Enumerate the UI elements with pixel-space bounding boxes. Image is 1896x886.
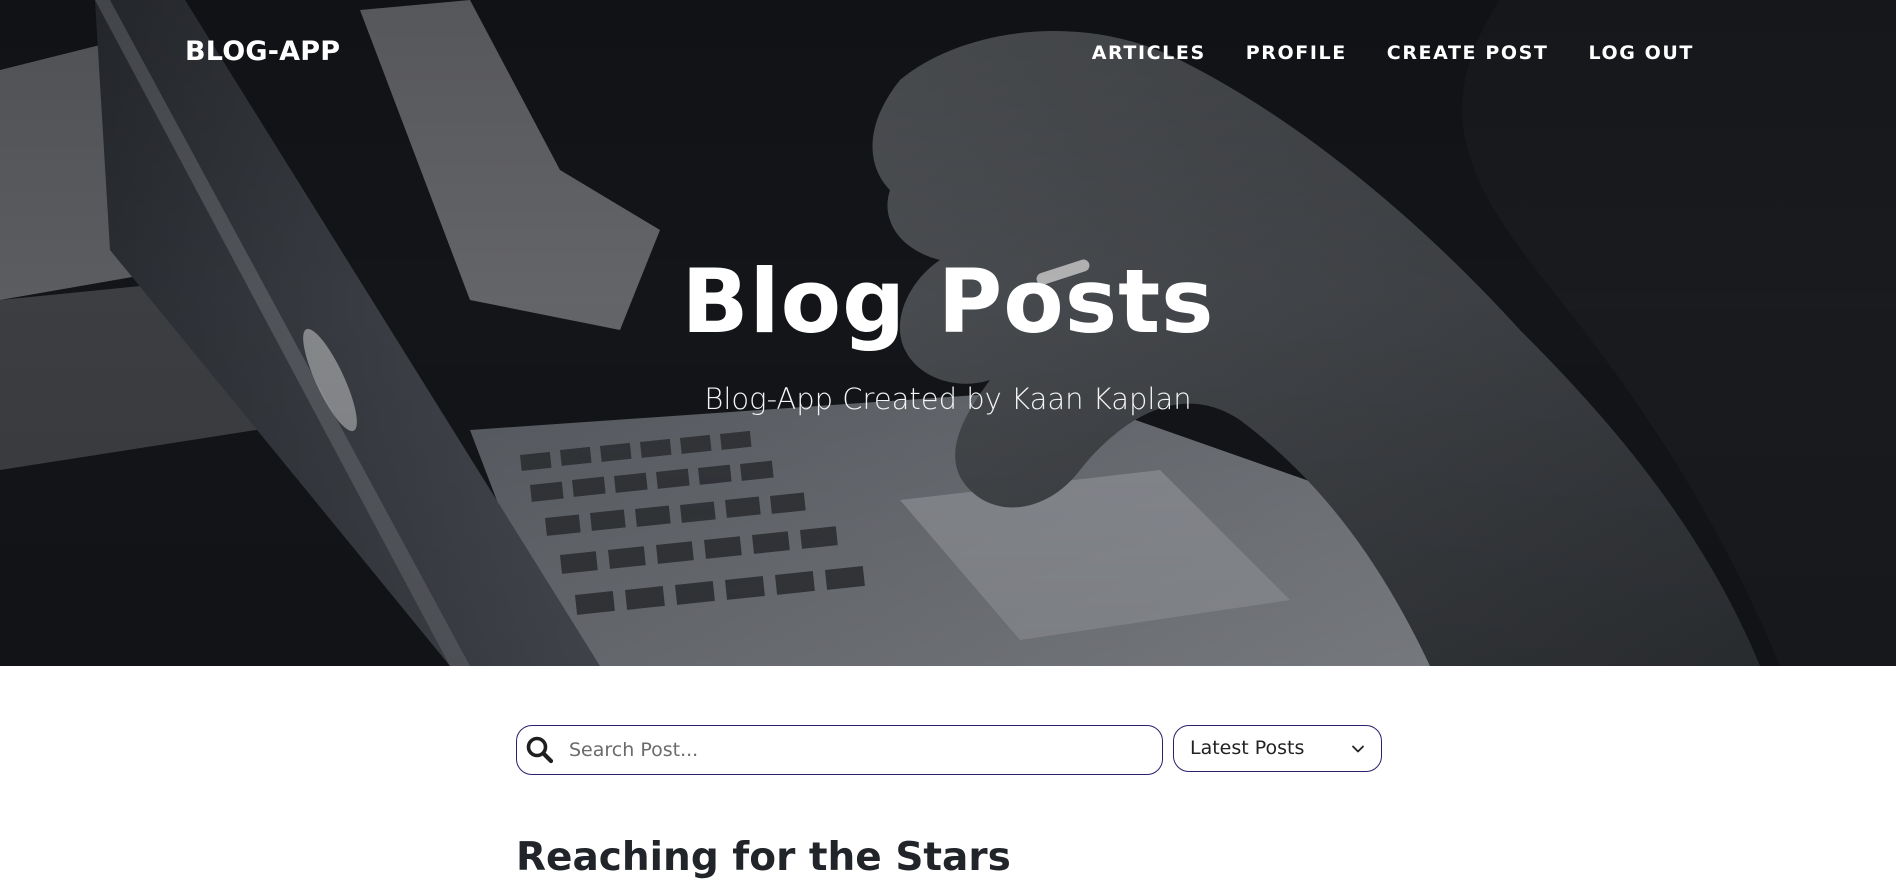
nav-profile-link[interactable]: PROFILE	[1246, 42, 1347, 64]
nav-create-post-link[interactable]: CREATE POST	[1387, 42, 1549, 64]
page-subtitle: Blog-App Created by Kaan Kaplan	[704, 382, 1192, 416]
search-box	[516, 725, 1163, 775]
post-toolbar: Latest Posts	[516, 725, 1382, 775]
sort-selected-value: Latest Posts	[1190, 737, 1305, 759]
search-icon[interactable]	[524, 734, 556, 766]
top-navbar: BLOG-APP ARTICLES PROFILE CREATE POST LO…	[0, 0, 1896, 110]
chevron-down-icon	[1352, 745, 1364, 753]
post-title-link[interactable]: Reaching for the Stars	[516, 830, 1011, 886]
nav-links: ARTICLES PROFILE CREATE POST LOG OUT	[1052, 42, 1694, 64]
nav-articles-link[interactable]: ARTICLES	[1092, 42, 1206, 64]
nav-logout-link[interactable]: LOG OUT	[1588, 42, 1694, 64]
hero-section: BLOG-APP ARTICLES PROFILE CREATE POST LO…	[0, 0, 1896, 666]
search-input[interactable]	[567, 732, 1147, 768]
brand-logo[interactable]: BLOG-APP	[185, 36, 340, 67]
page-title: Blog Posts	[681, 250, 1215, 353]
sort-select[interactable]: Latest Posts	[1173, 725, 1382, 772]
